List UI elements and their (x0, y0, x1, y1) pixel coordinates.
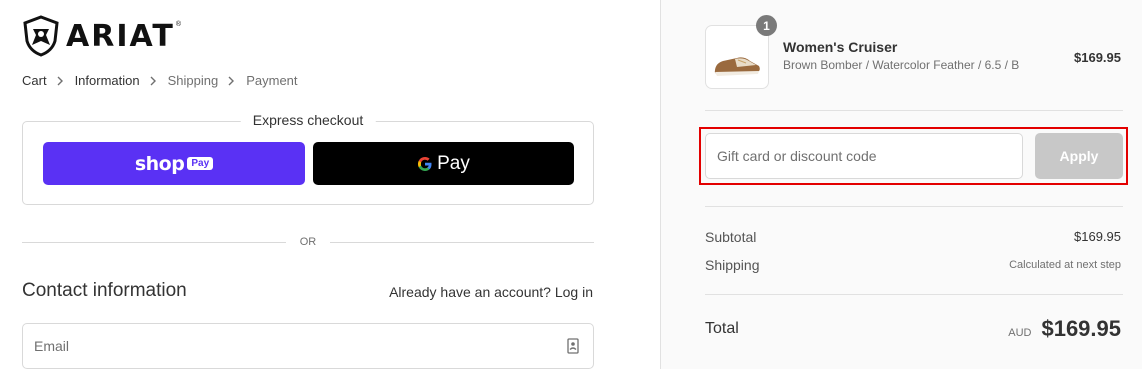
breadcrumb: Cart Information Shipping Payment (22, 73, 298, 88)
quantity-badge: 1 (756, 15, 777, 36)
product-variant: Brown Bomber / Watercolor Feather / 6.5 … (783, 58, 1020, 72)
order-summary: 1 Women's Cruiser Brown Bomber / Waterco… (660, 0, 1142, 369)
login-link[interactable]: Log in (555, 284, 593, 300)
shop-pay-pay-label: Pay (187, 157, 214, 170)
brand-name: ARIAT (66, 18, 175, 54)
line-item-price: $169.95 (1074, 50, 1121, 65)
subtotal-value: $169.95 (1074, 229, 1121, 244)
product-thumbnail (705, 25, 769, 89)
shipping-label: Shipping (705, 257, 760, 273)
summary-divider (705, 110, 1123, 111)
divider-line (330, 241, 594, 243)
product-name: Women's Cruiser (783, 39, 898, 55)
express-checkout: Express checkout shop Pay Pay (22, 112, 594, 205)
google-g-icon (418, 156, 432, 171)
total-label: Total (705, 320, 739, 337)
discount-code-input[interactable] (705, 133, 1023, 179)
summary-divider (705, 206, 1123, 207)
email-field[interactable] (22, 323, 594, 369)
contact-information-heading: Contact information (22, 280, 187, 301)
breadcrumb-information: Information (74, 73, 140, 88)
shop-pay-shop-label: shop (134, 152, 185, 175)
ariat-horse-icon (23, 15, 59, 57)
checkout-main: ARIAT ® Cart Information Shipping Paymen… (0, 0, 660, 369)
summary-divider (705, 294, 1123, 295)
express-checkout-title: Express checkout (240, 112, 376, 128)
total-amount: $169.95 (1041, 316, 1121, 341)
chevron-right-icon (56, 74, 66, 88)
google-pay-label: Pay (437, 152, 470, 174)
account-prompt-text: Already have an account? (389, 284, 551, 300)
google-pay-button[interactable]: Pay (313, 142, 574, 185)
chevron-right-icon (149, 74, 159, 88)
or-divider: OR (22, 235, 594, 249)
total-value: AUD $169.95 (1008, 316, 1121, 342)
apply-discount-button[interactable]: Apply (1035, 133, 1123, 179)
ariat-logo[interactable]: ARIAT ® (22, 14, 181, 58)
breadcrumb-shipping: Shipping (167, 73, 219, 88)
chevron-right-icon (227, 74, 237, 88)
trademark-symbol: ® (175, 20, 182, 28)
breadcrumb-cart[interactable]: Cart (22, 73, 47, 88)
subtotal-label: Subtotal (705, 229, 757, 245)
email-input[interactable] (23, 324, 593, 368)
contact-card-icon[interactable] (567, 338, 579, 359)
account-prompt: Already have an account? Log in (389, 284, 593, 300)
shop-pay-button[interactable]: shop Pay (43, 142, 305, 185)
shoe-image (714, 57, 760, 76)
currency-code: AUD (1008, 327, 1032, 339)
or-label: OR (299, 236, 317, 248)
breadcrumb-payment: Payment (246, 73, 298, 88)
divider-line (22, 241, 286, 243)
shipping-value: Calculated at next step (1009, 259, 1121, 271)
